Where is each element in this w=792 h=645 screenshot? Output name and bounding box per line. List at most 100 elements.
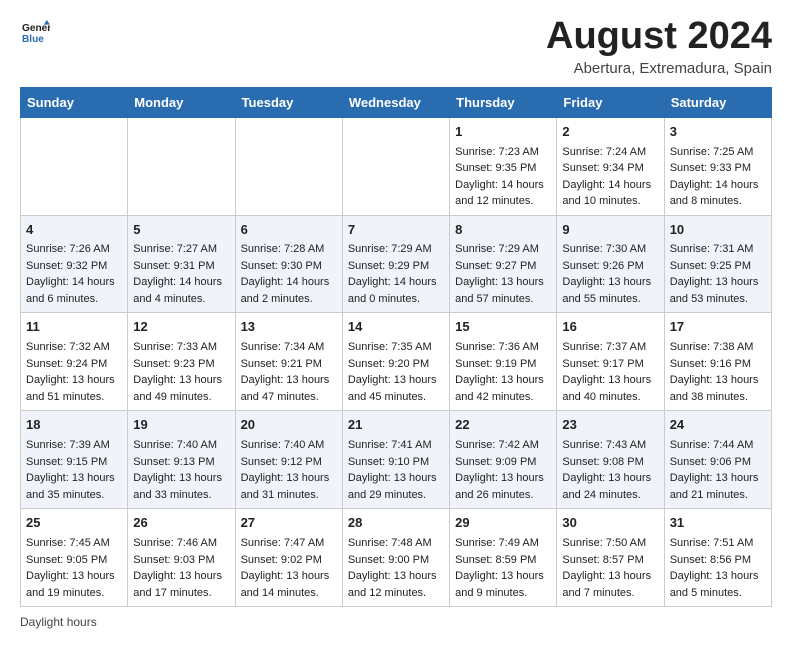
day-number: 20	[241, 416, 337, 435]
calendar-cell	[21, 117, 128, 215]
day-number: 28	[348, 514, 444, 533]
day-info: Sunrise: 7:33 AM Sunset: 9:23 PM Dayligh…	[133, 339, 229, 405]
day-number: 10	[670, 221, 766, 240]
calendar-cell: 3 Sunrise: 7:25 AM Sunset: 9:33 PM Daylig…	[664, 117, 771, 215]
day-info: Sunrise: 7:40 AM Sunset: 9:12 PM Dayligh…	[241, 437, 337, 503]
calendar-cell: 24 Sunrise: 7:44 AM Sunset: 9:06 PM Dayli…	[664, 411, 771, 509]
day-info: Sunrise: 7:43 AM Sunset: 9:08 PM Dayligh…	[562, 437, 658, 503]
day-number: 5	[133, 221, 229, 240]
day-number: 1	[455, 123, 551, 142]
day-number: 8	[455, 221, 551, 240]
day-number: 12	[133, 318, 229, 337]
footer-note: Daylight hours	[20, 615, 772, 629]
calendar-cell: 21 Sunrise: 7:41 AM Sunset: 9:10 PM Dayli…	[342, 411, 449, 509]
day-number: 9	[562, 221, 658, 240]
day-info: Sunrise: 7:29 AM Sunset: 9:27 PM Dayligh…	[455, 241, 551, 307]
day-number: 24	[670, 416, 766, 435]
day-info: Sunrise: 7:44 AM Sunset: 9:06 PM Dayligh…	[670, 437, 766, 503]
calendar-cell: 10Sunrise: 7:31 AM Sunset: 9:25 PM Dayli…	[664, 215, 771, 313]
day-number: 13	[241, 318, 337, 337]
calendar-cell: 22Sunrise: 7:42 AM Sunset: 9:09 PM Dayli…	[450, 411, 557, 509]
day-number: 14	[348, 318, 444, 337]
day-info: Sunrise: 7:32 AM Sunset: 9:24 PM Dayligh…	[26, 339, 122, 405]
day-info: Sunrise: 7:28 AM Sunset: 9:30 PM Dayligh…	[241, 241, 337, 307]
calendar-week-row: 4Sunrise: 7:26 AM Sunset: 9:32 PM Daylig…	[21, 215, 772, 313]
weekday-header-tuesday: Tuesday	[235, 87, 342, 117]
day-info: Sunrise: 7:40 AM Sunset: 9:13 PM Dayligh…	[133, 437, 229, 503]
weekday-header-saturday: Saturday	[664, 87, 771, 117]
day-number: 7	[348, 221, 444, 240]
day-number: 17	[670, 318, 766, 337]
day-info: Sunrise: 7:29 AM Sunset: 9:29 PM Dayligh…	[348, 241, 444, 307]
calendar-cell: 4Sunrise: 7:26 AM Sunset: 9:32 PM Daylig…	[21, 215, 128, 313]
day-info: Sunrise: 7:31 AM Sunset: 9:25 PM Dayligh…	[670, 241, 766, 307]
calendar-table: SundayMondayTuesdayWednesdayThursdayFrid…	[20, 87, 772, 607]
day-number: 31	[670, 514, 766, 533]
day-info: Sunrise: 7:38 AM Sunset: 9:16 PM Dayligh…	[670, 339, 766, 405]
day-number: 29	[455, 514, 551, 533]
calendar-cell: 7Sunrise: 7:29 AM Sunset: 9:29 PM Daylig…	[342, 215, 449, 313]
calendar-cell	[235, 117, 342, 215]
calendar-cell: 31 Sunrise: 7:51 AM Sunset: 8:56 PM Dayli…	[664, 509, 771, 607]
day-number: 15	[455, 318, 551, 337]
calendar-cell: 6Sunrise: 7:28 AM Sunset: 9:30 PM Daylig…	[235, 215, 342, 313]
calendar-cell: 26Sunrise: 7:46 AM Sunset: 9:03 PM Dayli…	[128, 509, 235, 607]
day-info: Sunrise: 7:50 AM Sunset: 8:57 PM Dayligh…	[562, 535, 658, 601]
day-number: 18	[26, 416, 122, 435]
calendar-week-row: 18Sunrise: 7:39 AM Sunset: 9:15 PM Dayli…	[21, 411, 772, 509]
day-info: Sunrise: 7:34 AM Sunset: 9:21 PM Dayligh…	[241, 339, 337, 405]
calendar-cell: 30 Sunrise: 7:50 AM Sunset: 8:57 PM Dayli…	[557, 509, 664, 607]
calendar-cell: 2Sunrise: 7:24 AM Sunset: 9:34 PM Daylig…	[557, 117, 664, 215]
day-info: Sunrise: 7:47 AM Sunset: 9:02 PM Dayligh…	[241, 535, 337, 601]
calendar-subtitle: Abertura, Extremadura, Spain	[546, 60, 772, 77]
calendar-cell: 29Sunrise: 7:49 AM Sunset: 8:59 PM Dayli…	[450, 509, 557, 607]
calendar-cell: 27 Sunrise: 7:47 AM Sunset: 9:02 PM Dayli…	[235, 509, 342, 607]
weekday-header-sunday: Sunday	[21, 87, 128, 117]
day-info: Sunrise: 7:48 AM Sunset: 9:00 PM Dayligh…	[348, 535, 444, 601]
calendar-cell: 16Sunrise: 7:37 AM Sunset: 9:17 PM Dayli…	[557, 313, 664, 411]
day-number: 30	[562, 514, 658, 533]
day-info: Sunrise: 7:35 AM Sunset: 9:20 PM Dayligh…	[348, 339, 444, 405]
day-info: Sunrise: 7:30 AM Sunset: 9:26 PM Dayligh…	[562, 241, 658, 307]
day-number: 2	[562, 123, 658, 142]
calendar-page: General Blue August 2024 Abertura, Extre…	[0, 0, 792, 645]
calendar-week-row: 25 Sunrise: 7:45 AM Sunset: 9:05 PM Dayli…	[21, 509, 772, 607]
day-number: 25	[26, 514, 122, 533]
day-number: 23	[562, 416, 658, 435]
calendar-cell: 12 Sunrise: 7:33 AM Sunset: 9:23 PM Dayli…	[128, 313, 235, 411]
calendar-cell: 1 Sunrise: 7:23 AM Sunset: 9:35 PM Daylig…	[450, 117, 557, 215]
day-number: 21	[348, 416, 444, 435]
calendar-cell: 11 Sunrise: 7:32 AM Sunset: 9:24 PM Dayli…	[21, 313, 128, 411]
calendar-cell: 5Sunrise: 7:27 AM Sunset: 9:31 PM Daylig…	[128, 215, 235, 313]
day-number: 3	[670, 123, 766, 142]
weekday-header-friday: Friday	[557, 87, 664, 117]
weekday-header-wednesday: Wednesday	[342, 87, 449, 117]
calendar-cell: 14 Sunrise: 7:35 AM Sunset: 9:20 PM Dayli…	[342, 313, 449, 411]
day-info: Sunrise: 7:27 AM Sunset: 9:31 PM Dayligh…	[133, 241, 229, 307]
day-info: Sunrise: 7:42 AM Sunset: 9:09 PM Dayligh…	[455, 437, 551, 503]
day-number: 11	[26, 318, 122, 337]
calendar-cell	[342, 117, 449, 215]
calendar-cell: 15Sunrise: 7:36 AM Sunset: 9:19 PM Dayli…	[450, 313, 557, 411]
calendar-cell: 9Sunrise: 7:30 AM Sunset: 9:26 PM Daylig…	[557, 215, 664, 313]
day-info: Sunrise: 7:23 AM Sunset: 9:35 PM Dayligh…	[455, 144, 551, 210]
logo-icon: General Blue	[22, 20, 50, 48]
calendar-cell: 23 Sunrise: 7:43 AM Sunset: 9:08 PM Dayli…	[557, 411, 664, 509]
day-number: 27	[241, 514, 337, 533]
calendar-cell	[128, 117, 235, 215]
day-number: 16	[562, 318, 658, 337]
day-info: Sunrise: 7:45 AM Sunset: 9:05 PM Dayligh…	[26, 535, 122, 601]
calendar-cell: 8Sunrise: 7:29 AM Sunset: 9:27 PM Daylig…	[450, 215, 557, 313]
calendar-week-row: 1 Sunrise: 7:23 AM Sunset: 9:35 PM Daylig…	[21, 117, 772, 215]
weekday-header-thursday: Thursday	[450, 87, 557, 117]
calendar-cell: 28 Sunrise: 7:48 AM Sunset: 9:00 PM Dayli…	[342, 509, 449, 607]
calendar-cell: 20 Sunrise: 7:40 AM Sunset: 9:12 PM Dayli…	[235, 411, 342, 509]
weekday-header-row: SundayMondayTuesdayWednesdayThursdayFrid…	[21, 87, 772, 117]
calendar-week-row: 11 Sunrise: 7:32 AM Sunset: 9:24 PM Dayli…	[21, 313, 772, 411]
day-info: Sunrise: 7:25 AM Sunset: 9:33 PM Dayligh…	[670, 144, 766, 210]
header: General Blue August 2024 Abertura, Extre…	[20, 16, 772, 77]
day-info: Sunrise: 7:46 AM Sunset: 9:03 PM Dayligh…	[133, 535, 229, 601]
day-info: Sunrise: 7:51 AM Sunset: 8:56 PM Dayligh…	[670, 535, 766, 601]
day-info: Sunrise: 7:41 AM Sunset: 9:10 PM Dayligh…	[348, 437, 444, 503]
day-info: Sunrise: 7:26 AM Sunset: 9:32 PM Dayligh…	[26, 241, 122, 307]
